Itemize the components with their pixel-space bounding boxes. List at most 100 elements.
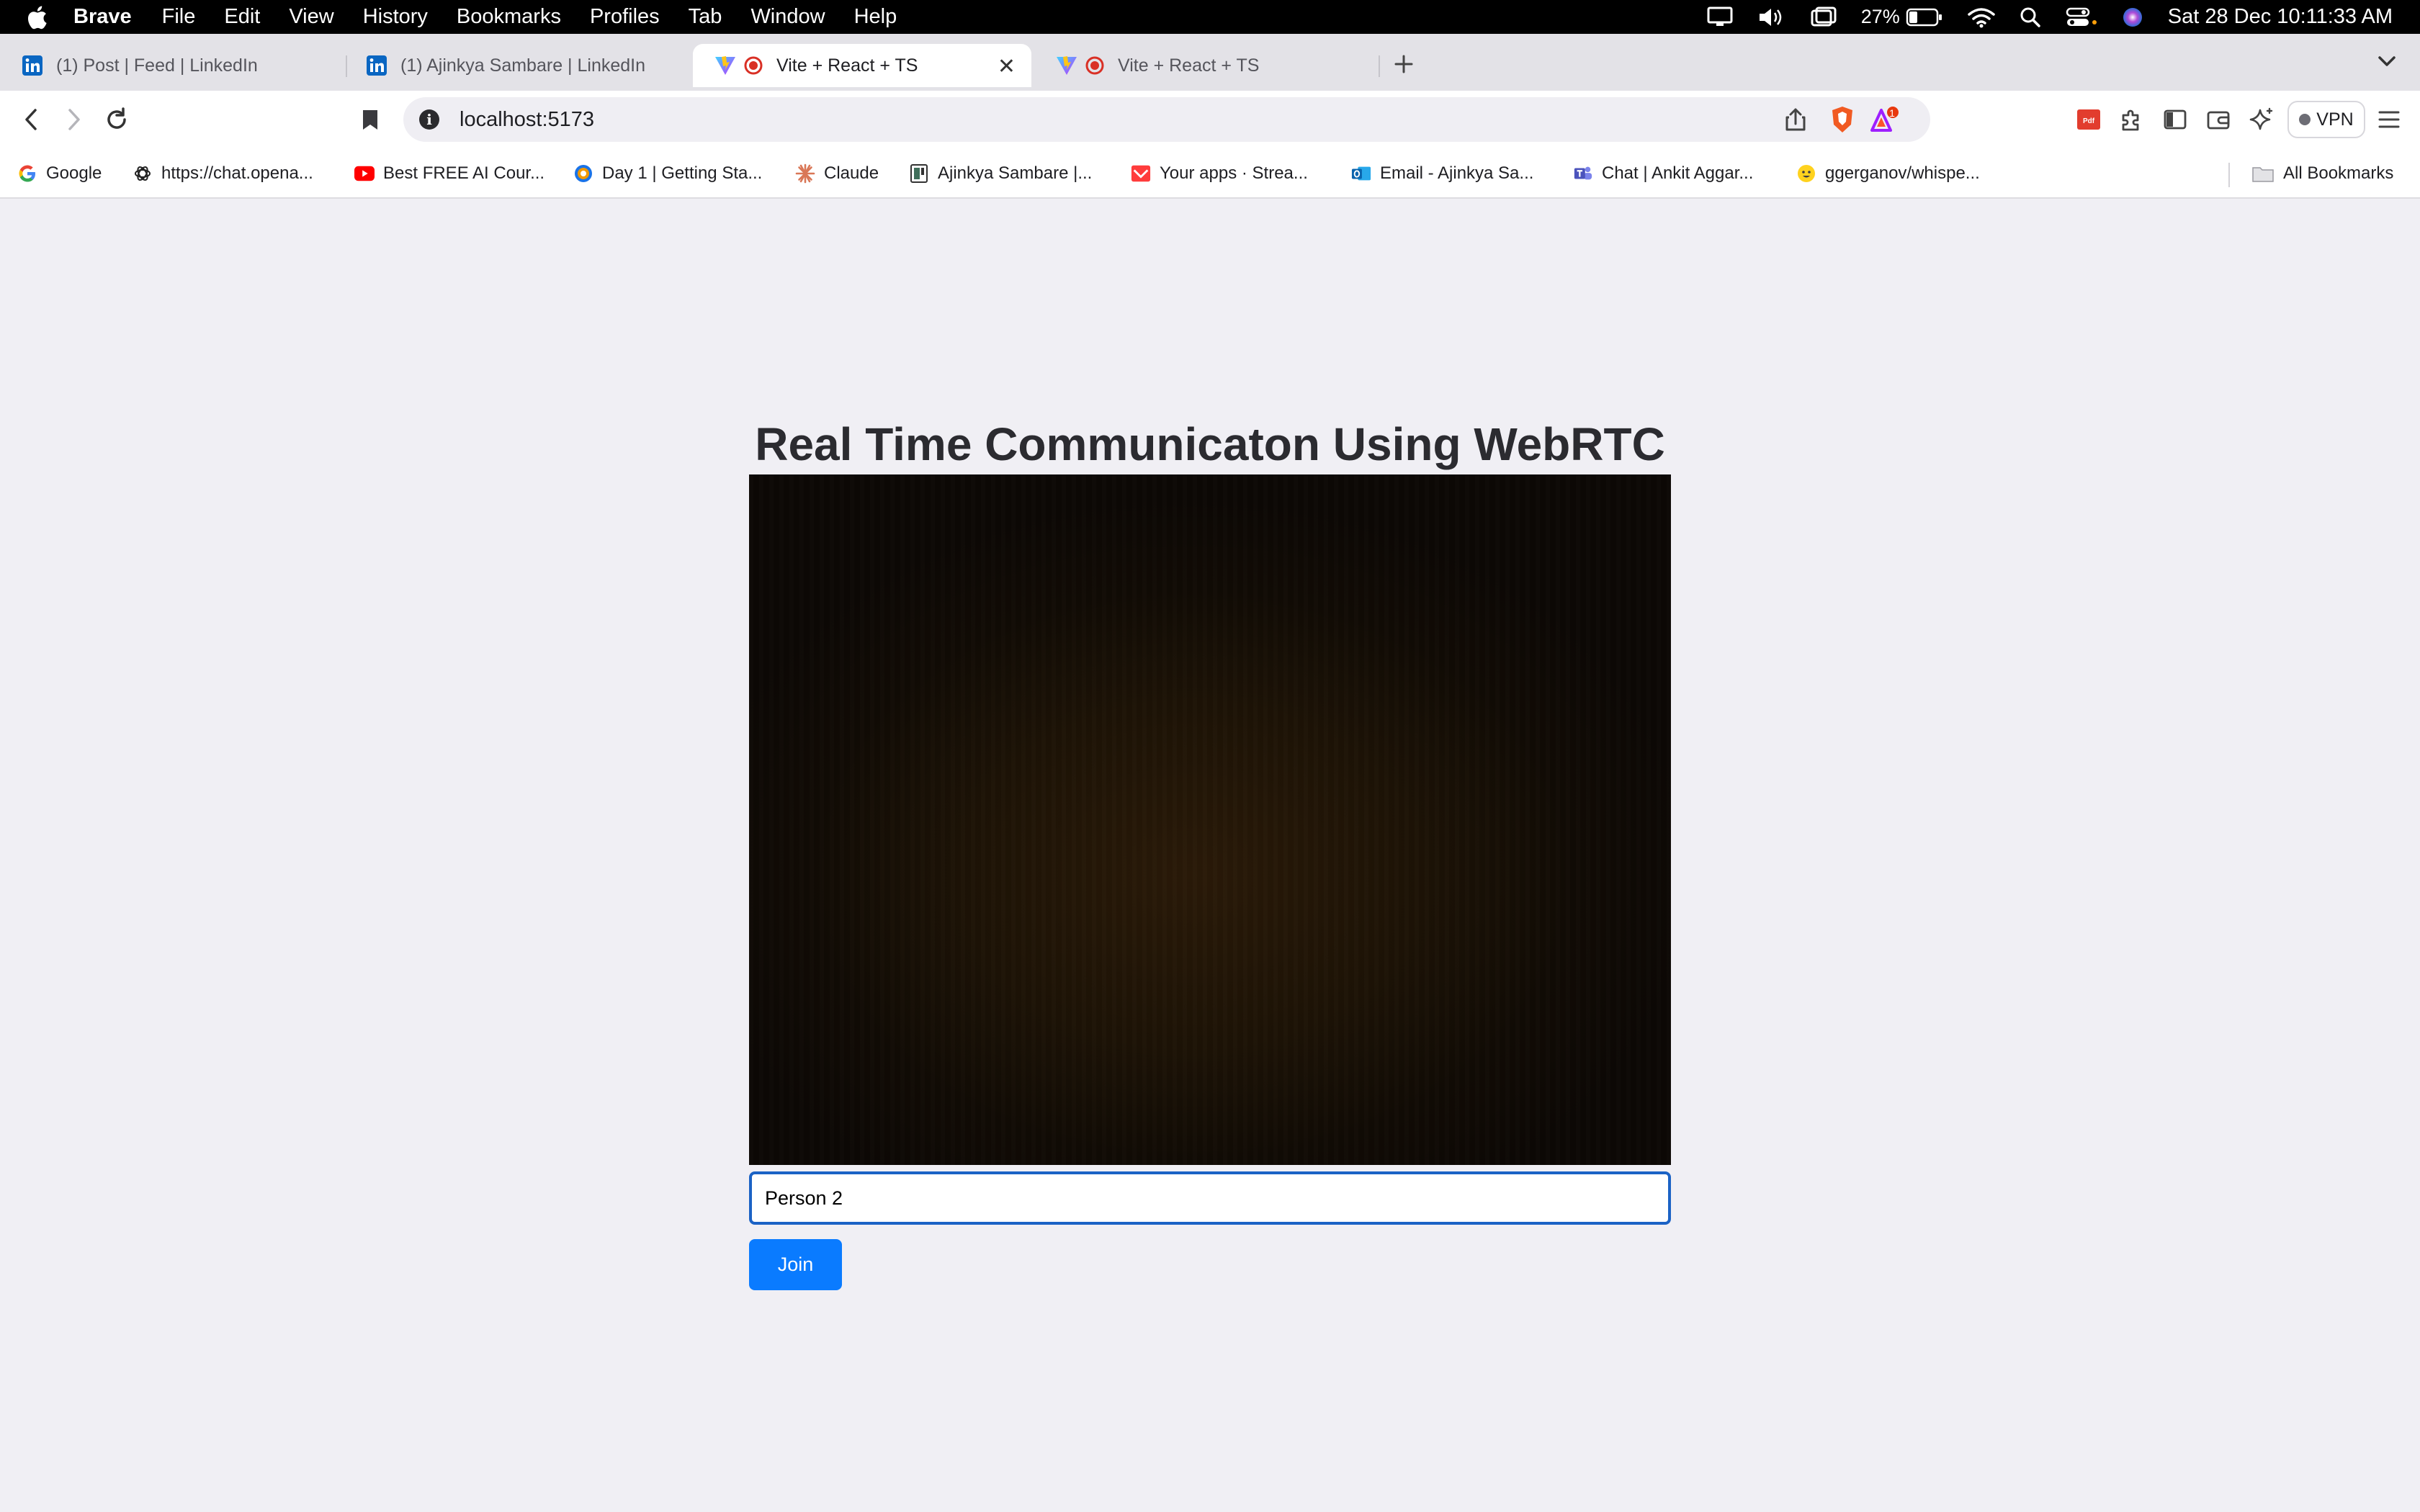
browser-toolbar: i localhost:5173 1 Pdf VPN bbox=[0, 91, 2420, 148]
bookmark-ajinkya-profile[interactable]: Ajinkya Sambare |... bbox=[909, 161, 1092, 186]
bookmark-chatgpt[interactable]: https://chat.opena... bbox=[133, 161, 313, 186]
menu-profiles[interactable]: Profiles bbox=[590, 5, 660, 29]
bookmark-this-page-icon[interactable] bbox=[354, 104, 386, 135]
clock-datetime[interactable]: Sat 28 Dec 10:11:33 AM bbox=[2168, 5, 2393, 29]
vpn-label: VPN bbox=[2316, 109, 2354, 130]
bookmark-youtube-course[interactable]: Best FREE AI Cour... bbox=[354, 161, 544, 186]
bookmark-label: https://chat.opena... bbox=[161, 163, 313, 183]
close-tab-icon[interactable]: ✕ bbox=[998, 54, 1016, 79]
name-input[interactable] bbox=[749, 1171, 1671, 1225]
menu-file[interactable]: File bbox=[162, 5, 196, 29]
menu-help[interactable]: Help bbox=[854, 5, 897, 29]
vite-icon bbox=[1056, 55, 1077, 76]
bookmark-teams-chat[interactable]: Chat | Ankit Aggar... bbox=[1573, 161, 1753, 186]
brave-shields-icon[interactable] bbox=[1829, 105, 1855, 134]
menu-tab[interactable]: Tab bbox=[689, 5, 722, 29]
extensions-puzzle-icon[interactable] bbox=[2119, 104, 2145, 135]
linkedin-icon bbox=[22, 55, 43, 76]
bookmark-streamlit-apps[interactable]: Your apps · Strea... bbox=[1131, 161, 1308, 186]
control-center-icon[interactable] bbox=[2066, 6, 2097, 28]
bookmark-label: Email - Ajinkya Sa... bbox=[1380, 163, 1534, 183]
folder-icon bbox=[2251, 163, 2275, 184]
menu-bookmarks[interactable]: Bookmarks bbox=[457, 5, 561, 29]
leo-ai-icon[interactable] bbox=[2249, 104, 2275, 135]
bookmarks-separator bbox=[2228, 163, 2230, 187]
bookmarks-bar: Google https://chat.opena... Best FREE A… bbox=[0, 148, 2420, 199]
wallet-icon[interactable] bbox=[2205, 104, 2231, 135]
wifi-icon[interactable] bbox=[1968, 6, 1995, 28]
volume-icon[interactable] bbox=[1757, 6, 1786, 28]
tab-search-chevron-icon[interactable] bbox=[2374, 48, 2400, 77]
reload-button[interactable] bbox=[101, 104, 133, 135]
recording-indicator-icon bbox=[1085, 55, 1105, 76]
main-menu-icon[interactable] bbox=[2377, 104, 2401, 135]
page-title: Real Time Communicaton Using WebRTC bbox=[755, 418, 1665, 470]
battery-icon[interactable] bbox=[1906, 8, 1943, 27]
back-button[interactable] bbox=[16, 104, 48, 135]
bookmark-label: ggerganov/whispe... bbox=[1825, 163, 1980, 183]
profile-icon bbox=[909, 163, 929, 184]
site-info-icon[interactable]: i bbox=[419, 109, 439, 130]
tab-separator bbox=[1379, 55, 1380, 77]
streamlit-icon bbox=[1131, 163, 1151, 184]
sidebar-toggle-icon[interactable] bbox=[2162, 104, 2188, 135]
tab-vite-second[interactable]: Vite + React + TS bbox=[1034, 44, 1377, 87]
bookmark-label: Your apps · Strea... bbox=[1160, 163, 1308, 183]
all-bookmarks-label: All Bookmarks bbox=[2283, 163, 2394, 183]
recording-indicator-icon bbox=[743, 55, 763, 76]
screen-mirroring-icon[interactable] bbox=[1811, 6, 1837, 28]
bookmark-label: Claude bbox=[824, 163, 879, 183]
new-tab-button[interactable] bbox=[1394, 47, 1414, 83]
tab-title: Vite + React + TS bbox=[1118, 55, 1260, 76]
extension-pdf-icon[interactable]: Pdf bbox=[2076, 104, 2102, 135]
tab-linkedin-profile[interactable]: (1) Ajinkya Sambare | LinkedIn bbox=[344, 44, 687, 87]
tab-vite-active[interactable]: Vite + React + TS ✕ bbox=[693, 44, 1031, 87]
tab-title: (1) Post | Feed | LinkedIn bbox=[56, 55, 258, 76]
menu-app-name[interactable]: Brave bbox=[73, 5, 132, 29]
address-bar[interactable]: i localhost:5173 1 bbox=[403, 97, 1930, 142]
bookmark-label: Google bbox=[46, 163, 102, 183]
bookmark-label: Best FREE AI Cour... bbox=[383, 163, 545, 183]
huggingface-icon bbox=[1796, 163, 1816, 184]
share-icon[interactable] bbox=[1783, 107, 1808, 132]
google-icon bbox=[17, 163, 37, 184]
menu-edit[interactable]: Edit bbox=[224, 5, 260, 29]
vpn-status-icon bbox=[2299, 114, 2311, 125]
menu-window[interactable]: Window bbox=[750, 5, 825, 29]
display-icon[interactable] bbox=[1707, 6, 1733, 28]
claude-icon bbox=[795, 163, 815, 184]
linkedin-icon bbox=[366, 55, 387, 76]
battery-percent: 27% bbox=[1860, 6, 1900, 27]
vpn-button[interactable]: VPN bbox=[2287, 101, 2365, 138]
rewards-badge: 1 bbox=[1889, 107, 1895, 119]
siri-icon[interactable] bbox=[2122, 6, 2143, 28]
forward-button[interactable] bbox=[58, 104, 89, 135]
vite-icon bbox=[714, 55, 736, 76]
url-text[interactable]: localhost:5173 bbox=[460, 108, 594, 132]
bookmark-label: Day 1 | Getting Sta... bbox=[602, 163, 763, 183]
bookmark-label: Ajinkya Sambare |... bbox=[938, 163, 1093, 183]
join-button[interactable]: Join bbox=[749, 1239, 842, 1290]
tab-linkedin-feed[interactable]: (1) Post | Feed | LinkedIn bbox=[0, 44, 343, 87]
apple-icon[interactable] bbox=[26, 4, 49, 30]
bookmark-outlook-email[interactable]: Email - Ajinkya Sa... bbox=[1351, 161, 1533, 186]
macos-menubar: Brave File Edit View History Bookmarks P… bbox=[0, 0, 2420, 34]
tab-title: Vite + React + TS bbox=[776, 55, 918, 76]
outlook-icon bbox=[1351, 163, 1371, 184]
course-icon bbox=[573, 163, 593, 184]
spotlight-search-icon[interactable] bbox=[2020, 6, 2041, 28]
video-noise-overlay bbox=[749, 474, 1671, 1165]
bookmark-google[interactable]: Google bbox=[17, 161, 102, 186]
menu-history[interactable]: History bbox=[363, 5, 428, 29]
local-video-stream bbox=[749, 474, 1671, 1165]
bookmark-claude[interactable]: Claude bbox=[795, 161, 879, 186]
all-bookmarks-button[interactable]: All Bookmarks bbox=[2251, 161, 2393, 186]
teams-icon bbox=[1573, 163, 1593, 184]
bookmark-whisper-repo[interactable]: ggerganov/whispe... bbox=[1796, 161, 1980, 186]
svg-text:Pdf: Pdf bbox=[2083, 117, 2095, 125]
youtube-icon bbox=[354, 163, 375, 184]
bookmark-getting-started[interactable]: Day 1 | Getting Sta... bbox=[573, 161, 762, 186]
status-area: 27% Sat 28 Dec 10:11:33 AM bbox=[1682, 0, 2393, 34]
tab-strip: (1) Post | Feed | LinkedIn (1) Ajinkya S… bbox=[0, 34, 2420, 91]
menu-view[interactable]: View bbox=[289, 5, 333, 29]
